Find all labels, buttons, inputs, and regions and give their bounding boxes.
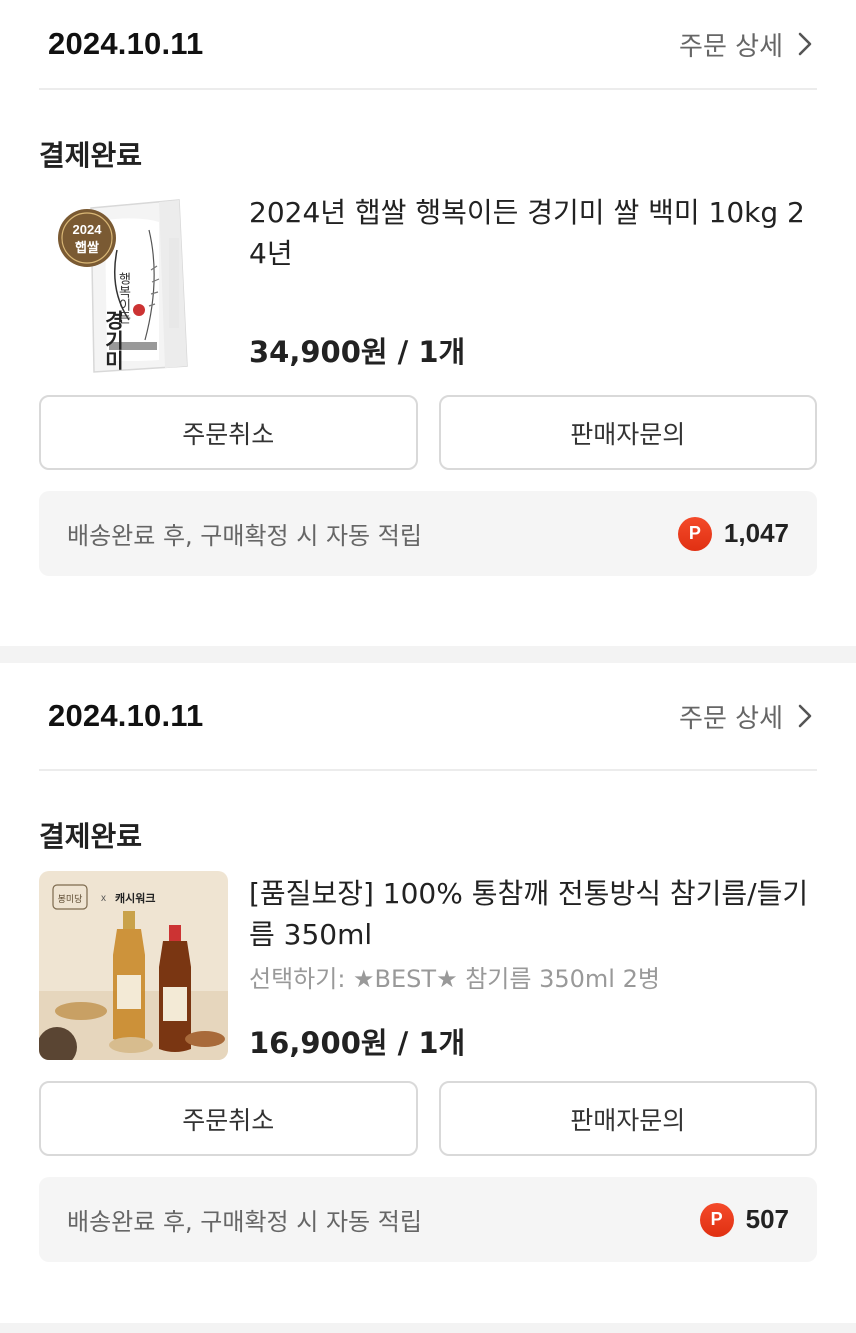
badge-text: 햅쌀 — [75, 240, 99, 256]
cancel-order-button[interactable]: 주문취소 — [39, 1081, 418, 1156]
product-name[interactable]: [품질보장] 100% 통참깨 전통방식 참기름/들기름 350ml — [249, 873, 809, 955]
thumb-partner-text: 캐시워크 — [115, 891, 155, 905]
chevron-right-icon — [797, 31, 817, 57]
point-reward-text: 배송완료 후, 구매확정 시 자동 적립 — [67, 522, 422, 550]
order-actions: 주문취소 판매자문의 — [39, 395, 817, 470]
product-thumbnail[interactable]: 봉미당 x 캐시워크 — [39, 871, 228, 1060]
point-reward-box: 배송완료 후, 구매확정 시 자동 적립 P 507 — [39, 1177, 817, 1262]
order-detail-link[interactable]: 주문 상세 — [679, 26, 817, 63]
thumb-x-text: x — [101, 893, 106, 904]
order-date: 2024.10.11 — [48, 26, 204, 61]
order-status: 결제완료 — [39, 820, 143, 853]
point-reward-text: 배송완료 후, 구매확정 시 자동 적립 — [67, 1208, 422, 1236]
seller-inquiry-button[interactable]: 판매자문의 — [438, 395, 817, 470]
product-item[interactable]: 2024 햅쌀 행복이든 경기미 2024년 햅쌀 행복이든 경기미 쌀 백미 … — [39, 190, 817, 395]
badge-year: 2024 — [73, 222, 103, 237]
product-price: 34,900원 / 1개 — [249, 335, 466, 369]
product-info: 2024년 햅쌀 행복이든 경기미 쌀 백미 10kg 24년 34,900원 … — [249, 190, 817, 395]
point-amount: P 1,047 — [677, 516, 789, 551]
thumb-brand-text: 경기미 — [101, 310, 125, 371]
point-p-icon: P — [699, 1202, 734, 1237]
order-detail-label: 주문 상세 — [679, 703, 783, 734]
product-option: 선택하기: ★BEST★ 참기름 350ml 2병 — [249, 965, 660, 993]
product-item[interactable]: 봉미당 x 캐시워크 [품질보장] 100% 통참깨 전통방식 참기름/들기름 … — [39, 871, 817, 1081]
order-card: 2024.10.11 주문 상세 결제완료 봉미당 x 캐시워크 [품질보장] … — [0, 663, 856, 1323]
chevron-right-icon — [797, 703, 817, 729]
order-detail-link[interactable]: 주문 상세 — [679, 698, 817, 735]
product-price: 16,900원 / 1개 — [249, 1026, 466, 1060]
seller-inquiry-button[interactable]: 판매자문의 — [438, 1081, 817, 1156]
order-detail-label: 주문 상세 — [679, 31, 783, 62]
point-amount: P 507 — [699, 1202, 789, 1237]
point-p-icon: P — [677, 516, 712, 551]
order-header: 2024.10.11 주문 상세 — [39, 0, 817, 90]
cancel-order-button[interactable]: 주문취소 — [39, 395, 418, 470]
order-header: 2024.10.11 주문 상세 — [39, 663, 817, 771]
order-actions: 주문취소 판매자문의 — [39, 1081, 817, 1156]
point-reward-box: 배송완료 후, 구매확정 시 자동 적립 P 1,047 — [39, 491, 817, 576]
order-status: 결제완료 — [39, 139, 143, 172]
order-date: 2024.10.11 — [48, 698, 204, 733]
point-amount-value: 507 — [745, 1204, 789, 1234]
product-name[interactable]: 2024년 햅쌀 행복이든 경기미 쌀 백미 10kg 24년 — [249, 192, 809, 274]
product-info: [품질보장] 100% 통참깨 전통방식 참기름/들기름 350ml 선택하기:… — [249, 871, 817, 1081]
thumb-brand-text: 봉미당 — [58, 894, 83, 905]
product-thumbnail[interactable]: 2024 햅쌀 행복이든 경기미 — [39, 190, 228, 379]
point-amount-value: 1,047 — [723, 518, 789, 548]
order-card: 2024.10.11 주문 상세 결제완료 2024 햅쌀 행복이든 경기미 2… — [0, 0, 856, 646]
section-divider — [0, 646, 856, 663]
